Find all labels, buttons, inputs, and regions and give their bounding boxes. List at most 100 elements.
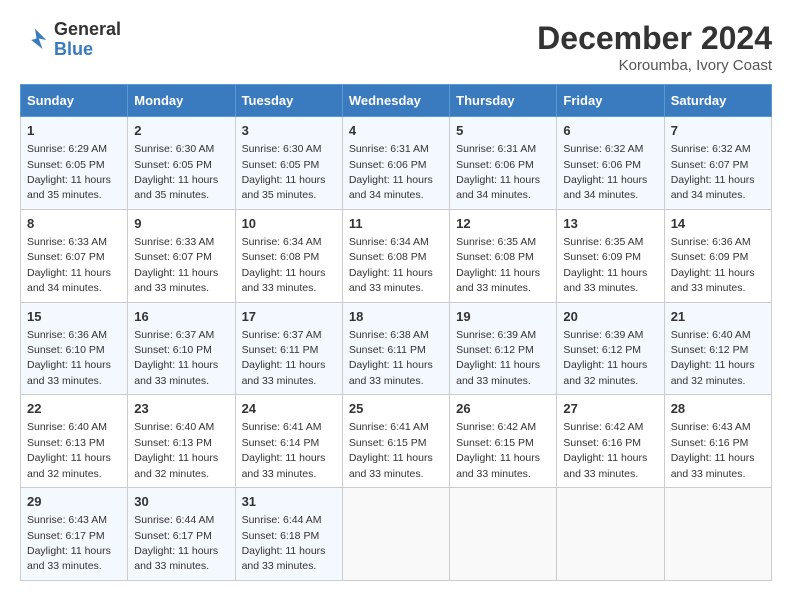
calendar-cell: 15 Sunrise: 6:36 AMSunset: 6:10 PMDayligh… (21, 302, 128, 395)
calendar-week-row: 29 Sunrise: 6:43 AMSunset: 6:17 PMDayligh… (21, 488, 772, 581)
calendar-cell: 28 Sunrise: 6:43 AMSunset: 6:16 PMDayligh… (664, 395, 771, 488)
calendar-header-row: SundayMondayTuesdayWednesdayThursdayFrid… (21, 85, 772, 117)
cell-details: Sunrise: 6:33 AMSunset: 6:07 PMDaylight:… (134, 236, 218, 294)
calendar-cell: 19Sunrise: 6:39 AMSunset: 6:12 PMDayligh… (450, 302, 557, 395)
calendar-cell: 3Sunrise: 6:30 AMSunset: 6:05 PMDaylight… (235, 117, 342, 210)
day-number: 22 (27, 400, 121, 418)
day-number: 14 (671, 215, 765, 233)
cell-details: Sunrise: 6:36 AMSunset: 6:09 PMDaylight:… (671, 236, 755, 294)
calendar-cell: 14 Sunrise: 6:36 AMSunset: 6:09 PMDayligh… (664, 209, 771, 302)
cell-details: Sunrise: 6:43 AMSunset: 6:17 PMDaylight:… (27, 514, 111, 572)
calendar-week-row: 15 Sunrise: 6:36 AMSunset: 6:10 PMDayligh… (21, 302, 772, 395)
day-number: 2 (134, 122, 228, 140)
calendar-table: SundayMondayTuesdayWednesdayThursdayFrid… (20, 84, 772, 581)
cell-details: Sunrise: 6:34 AMSunset: 6:08 PMDaylight:… (242, 236, 326, 294)
day-number: 16 (134, 308, 228, 326)
calendar-cell: 29 Sunrise: 6:43 AMSunset: 6:17 PMDayligh… (21, 488, 128, 581)
calendar-week-row: 22 Sunrise: 6:40 AMSunset: 6:13 PMDayligh… (21, 395, 772, 488)
calendar-cell (342, 488, 449, 581)
day-number: 18 (349, 308, 443, 326)
calendar-cell: 6Sunrise: 6:32 AMSunset: 6:06 PMDaylight… (557, 117, 664, 210)
day-number: 28 (671, 400, 765, 418)
calendar-cell: 27Sunrise: 6:42 AMSunset: 6:16 PMDayligh… (557, 395, 664, 488)
page-title: December 2024 (537, 20, 772, 57)
cell-details: Sunrise: 6:40 AMSunset: 6:13 PMDaylight:… (27, 421, 111, 479)
cell-details: Sunrise: 6:41 AMSunset: 6:15 PMDaylight:… (349, 421, 433, 479)
logo-text: General Blue (54, 20, 121, 60)
calendar-cell: 20 Sunrise: 6:39 AMSunset: 6:12 PMDayligh… (557, 302, 664, 395)
cell-details: Sunrise: 6:40 AMSunset: 6:13 PMDaylight:… (134, 421, 218, 479)
cell-details: Sunrise: 6:43 AMSunset: 6:16 PMDaylight:… (671, 421, 755, 479)
cell-details: Sunrise: 6:37 AMSunset: 6:10 PMDaylight:… (134, 329, 218, 387)
cell-details: Sunrise: 6:31 AMSunset: 6:06 PMDaylight:… (456, 143, 540, 201)
day-number: 3 (242, 122, 336, 140)
cell-details: Sunrise: 6:39 AMSunset: 6:12 PMDaylight:… (563, 329, 647, 387)
day-number: 12 (456, 215, 550, 233)
day-number: 31 (242, 493, 336, 511)
calendar-cell: 31 Sunrise: 6:44 AMSunset: 6:18 PMDayligh… (235, 488, 342, 581)
title-block: December 2024 Koroumba, Ivory Coast (537, 20, 772, 74)
cell-details: Sunrise: 6:37 AMSunset: 6:11 PMDaylight:… (242, 329, 326, 387)
calendar-cell: 5 Sunrise: 6:31 AMSunset: 6:06 PMDaylight… (450, 117, 557, 210)
logo: General Blue (20, 20, 121, 60)
day-header-thursday: Thursday (450, 85, 557, 117)
page-subtitle: Koroumba, Ivory Coast (537, 57, 772, 74)
cell-details: Sunrise: 6:32 AMSunset: 6:06 PMDaylight:… (563, 143, 647, 201)
calendar-cell: 24 Sunrise: 6:41 AMSunset: 6:14 PMDayligh… (235, 395, 342, 488)
day-header-friday: Friday (557, 85, 664, 117)
calendar-cell: 8 Sunrise: 6:33 AMSunset: 6:07 PMDaylight… (21, 209, 128, 302)
day-number: 15 (27, 308, 121, 326)
calendar-cell: 23 Sunrise: 6:40 AMSunset: 6:13 PMDayligh… (128, 395, 235, 488)
logo-icon (20, 25, 50, 55)
day-header-tuesday: Tuesday (235, 85, 342, 117)
cell-details: Sunrise: 6:42 AMSunset: 6:15 PMDaylight:… (456, 421, 540, 479)
day-number: 29 (27, 493, 121, 511)
day-number: 8 (27, 215, 121, 233)
calendar-week-row: 1Sunrise: 6:29 AMSunset: 6:05 PMDaylight… (21, 117, 772, 210)
day-number: 23 (134, 400, 228, 418)
day-number: 1 (27, 122, 121, 140)
cell-details: Sunrise: 6:33 AMSunset: 6:07 PMDaylight:… (27, 236, 111, 294)
cell-details: Sunrise: 6:39 AMSunset: 6:12 PMDaylight:… (456, 329, 540, 387)
logo-line1: General (54, 20, 121, 40)
calendar-week-row: 8 Sunrise: 6:33 AMSunset: 6:07 PMDaylight… (21, 209, 772, 302)
day-number: 7 (671, 122, 765, 140)
day-header-monday: Monday (128, 85, 235, 117)
day-number: 5 (456, 122, 550, 140)
calendar-cell: 1Sunrise: 6:29 AMSunset: 6:05 PMDaylight… (21, 117, 128, 210)
calendar-cell: 30 Sunrise: 6:44 AMSunset: 6:17 PMDayligh… (128, 488, 235, 581)
calendar-cell: 18 Sunrise: 6:38 AMSunset: 6:11 PMDayligh… (342, 302, 449, 395)
calendar-cell: 17Sunrise: 6:37 AMSunset: 6:11 PMDayligh… (235, 302, 342, 395)
day-number: 21 (671, 308, 765, 326)
day-number: 13 (563, 215, 657, 233)
day-number: 26 (456, 400, 550, 418)
cell-details: Sunrise: 6:36 AMSunset: 6:10 PMDaylight:… (27, 329, 111, 387)
day-header-wednesday: Wednesday (342, 85, 449, 117)
cell-details: Sunrise: 6:31 AMSunset: 6:06 PMDaylight:… (349, 143, 433, 201)
day-number: 25 (349, 400, 443, 418)
day-number: 4 (349, 122, 443, 140)
calendar-cell: 9 Sunrise: 6:33 AMSunset: 6:07 PMDaylight… (128, 209, 235, 302)
day-number: 11 (349, 215, 443, 233)
calendar-cell: 26 Sunrise: 6:42 AMSunset: 6:15 PMDayligh… (450, 395, 557, 488)
cell-details: Sunrise: 6:35 AMSunset: 6:08 PMDaylight:… (456, 236, 540, 294)
day-number: 9 (134, 215, 228, 233)
day-number: 27 (563, 400, 657, 418)
cell-details: Sunrise: 6:44 AMSunset: 6:17 PMDaylight:… (134, 514, 218, 572)
page-header: General Blue December 2024 Koroumba, Ivo… (20, 20, 772, 74)
day-number: 10 (242, 215, 336, 233)
cell-details: Sunrise: 6:41 AMSunset: 6:14 PMDaylight:… (242, 421, 326, 479)
cell-details: Sunrise: 6:44 AMSunset: 6:18 PMDaylight:… (242, 514, 326, 572)
day-number: 30 (134, 493, 228, 511)
calendar-cell: 13Sunrise: 6:35 AMSunset: 6:09 PMDayligh… (557, 209, 664, 302)
day-number: 20 (563, 308, 657, 326)
calendar-cell: 25 Sunrise: 6:41 AMSunset: 6:15 PMDayligh… (342, 395, 449, 488)
calendar-cell (557, 488, 664, 581)
calendar-cell: 4 Sunrise: 6:31 AMSunset: 6:06 PMDaylight… (342, 117, 449, 210)
calendar-cell: 21 Sunrise: 6:40 AMSunset: 6:12 PMDayligh… (664, 302, 771, 395)
day-header-sunday: Sunday (21, 85, 128, 117)
day-number: 24 (242, 400, 336, 418)
cell-details: Sunrise: 6:38 AMSunset: 6:11 PMDaylight:… (349, 329, 433, 387)
cell-details: Sunrise: 6:30 AMSunset: 6:05 PMDaylight:… (134, 143, 218, 201)
cell-details: Sunrise: 6:40 AMSunset: 6:12 PMDaylight:… (671, 329, 755, 387)
